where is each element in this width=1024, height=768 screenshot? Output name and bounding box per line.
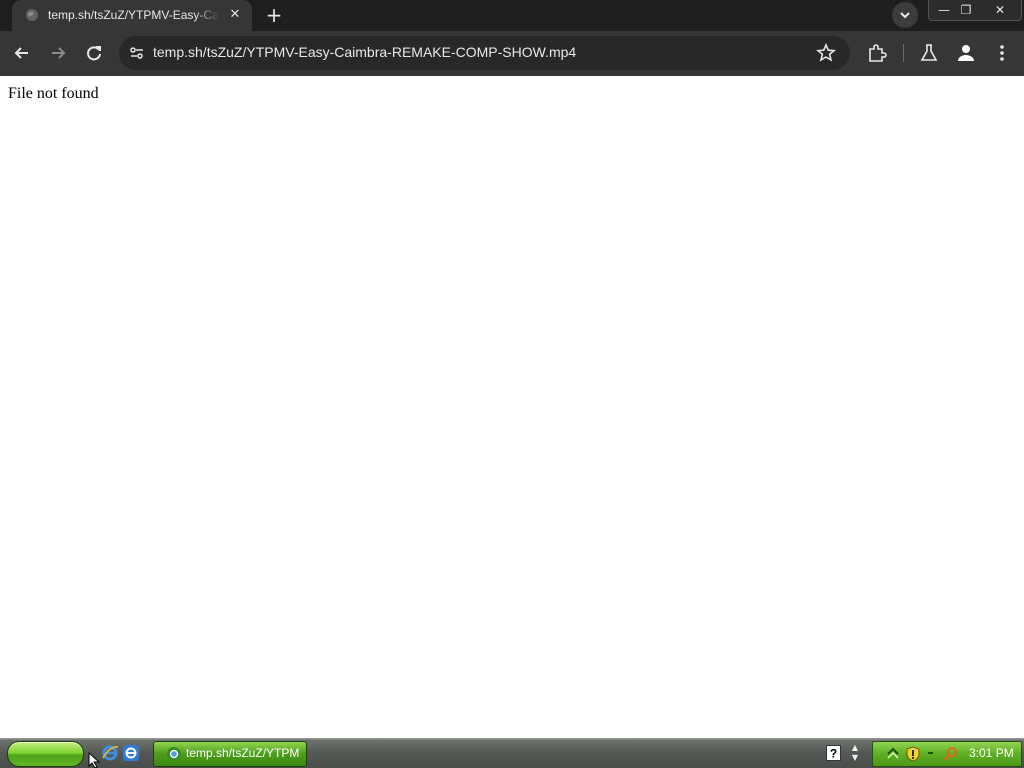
star-icon[interactable] — [816, 43, 836, 63]
back-arrow-icon[interactable] — [9, 40, 35, 66]
network-icon[interactable] — [885, 746, 901, 762]
toolbar-divider — [903, 44, 904, 62]
page-content: File not found — [0, 76, 1024, 738]
address-bar[interactable]: temp.sh/tsZuZ/YTPMV-Easy-Caimbra-REMAKE-… — [119, 36, 850, 70]
ie-icon[interactable] — [101, 744, 119, 762]
browser-toolbar: temp.sh/tsZuZ/YTPMV-Easy-Caimbra-REMAKE-… — [0, 31, 1024, 76]
ie-icon-alt[interactable] — [122, 744, 140, 762]
kebab-menu-icon[interactable] — [991, 42, 1013, 64]
person-icon[interactable] — [955, 42, 977, 64]
globe-icon — [26, 9, 38, 21]
taskbar-window-button[interactable]: temp.sh/tsZuZ/YTPM... — [153, 741, 307, 767]
tab-strip: temp.sh/tsZuZ/YTPMV-Easy-Caimbra-REMAKE-… — [0, 0, 1024, 31]
security-shield-icon[interactable] — [905, 746, 921, 762]
chrome-icon — [167, 747, 181, 761]
taskbar-window-label: temp.sh/tsZuZ/YTPM... — [186, 746, 300, 760]
error-message: File not found — [8, 85, 99, 102]
chevron-down-icon — [900, 12, 910, 19]
flask-icon[interactable] — [918, 42, 940, 64]
tray-expand-icon[interactable]: ▲ ▼ — [850, 743, 860, 763]
svg-text:?: ? — [830, 747, 837, 761]
start-button[interactable] — [7, 741, 84, 767]
help-icon[interactable]: ? — [826, 745, 841, 761]
magnifier-icon[interactable] — [943, 746, 959, 762]
tune-icon[interactable] — [127, 43, 147, 63]
volume-icon[interactable] — [925, 746, 941, 762]
window-controls: — ❐ ✕ — [928, 0, 1022, 21]
mouse-cursor-icon — [88, 752, 101, 768]
taskbar: temp.sh/tsZuZ/YTPM... ? ▲ ▼ 3:01 PM — [0, 738, 1024, 768]
taskbar-clock[interactable]: 3:01 PM — [969, 746, 1014, 760]
tab-search-button[interactable] — [892, 2, 918, 28]
tab-title: temp.sh/tsZuZ/YTPMV-Easy-Caimbra-REMAKE-… — [48, 8, 220, 22]
close-window-button[interactable]: ✕ — [987, 0, 1013, 20]
reload-icon[interactable] — [81, 40, 107, 66]
puzzle-icon[interactable] — [866, 42, 888, 64]
system-tray: 3:01 PM — [872, 741, 1022, 767]
restore-button[interactable]: ❐ — [953, 0, 979, 20]
new-tab-button[interactable]: + — [263, 4, 285, 26]
browser-tab[interactable]: temp.sh/tsZuZ/YTPMV-Easy-Caimbra-REMAKE-… — [12, 0, 252, 31]
forward-arrow-icon[interactable] — [45, 40, 71, 66]
url-text[interactable]: temp.sh/tsZuZ/YTPMV-Easy-Caimbra-REMAKE-… — [153, 44, 576, 60]
tab-close-icon[interactable]: ✕ — [227, 7, 243, 23]
